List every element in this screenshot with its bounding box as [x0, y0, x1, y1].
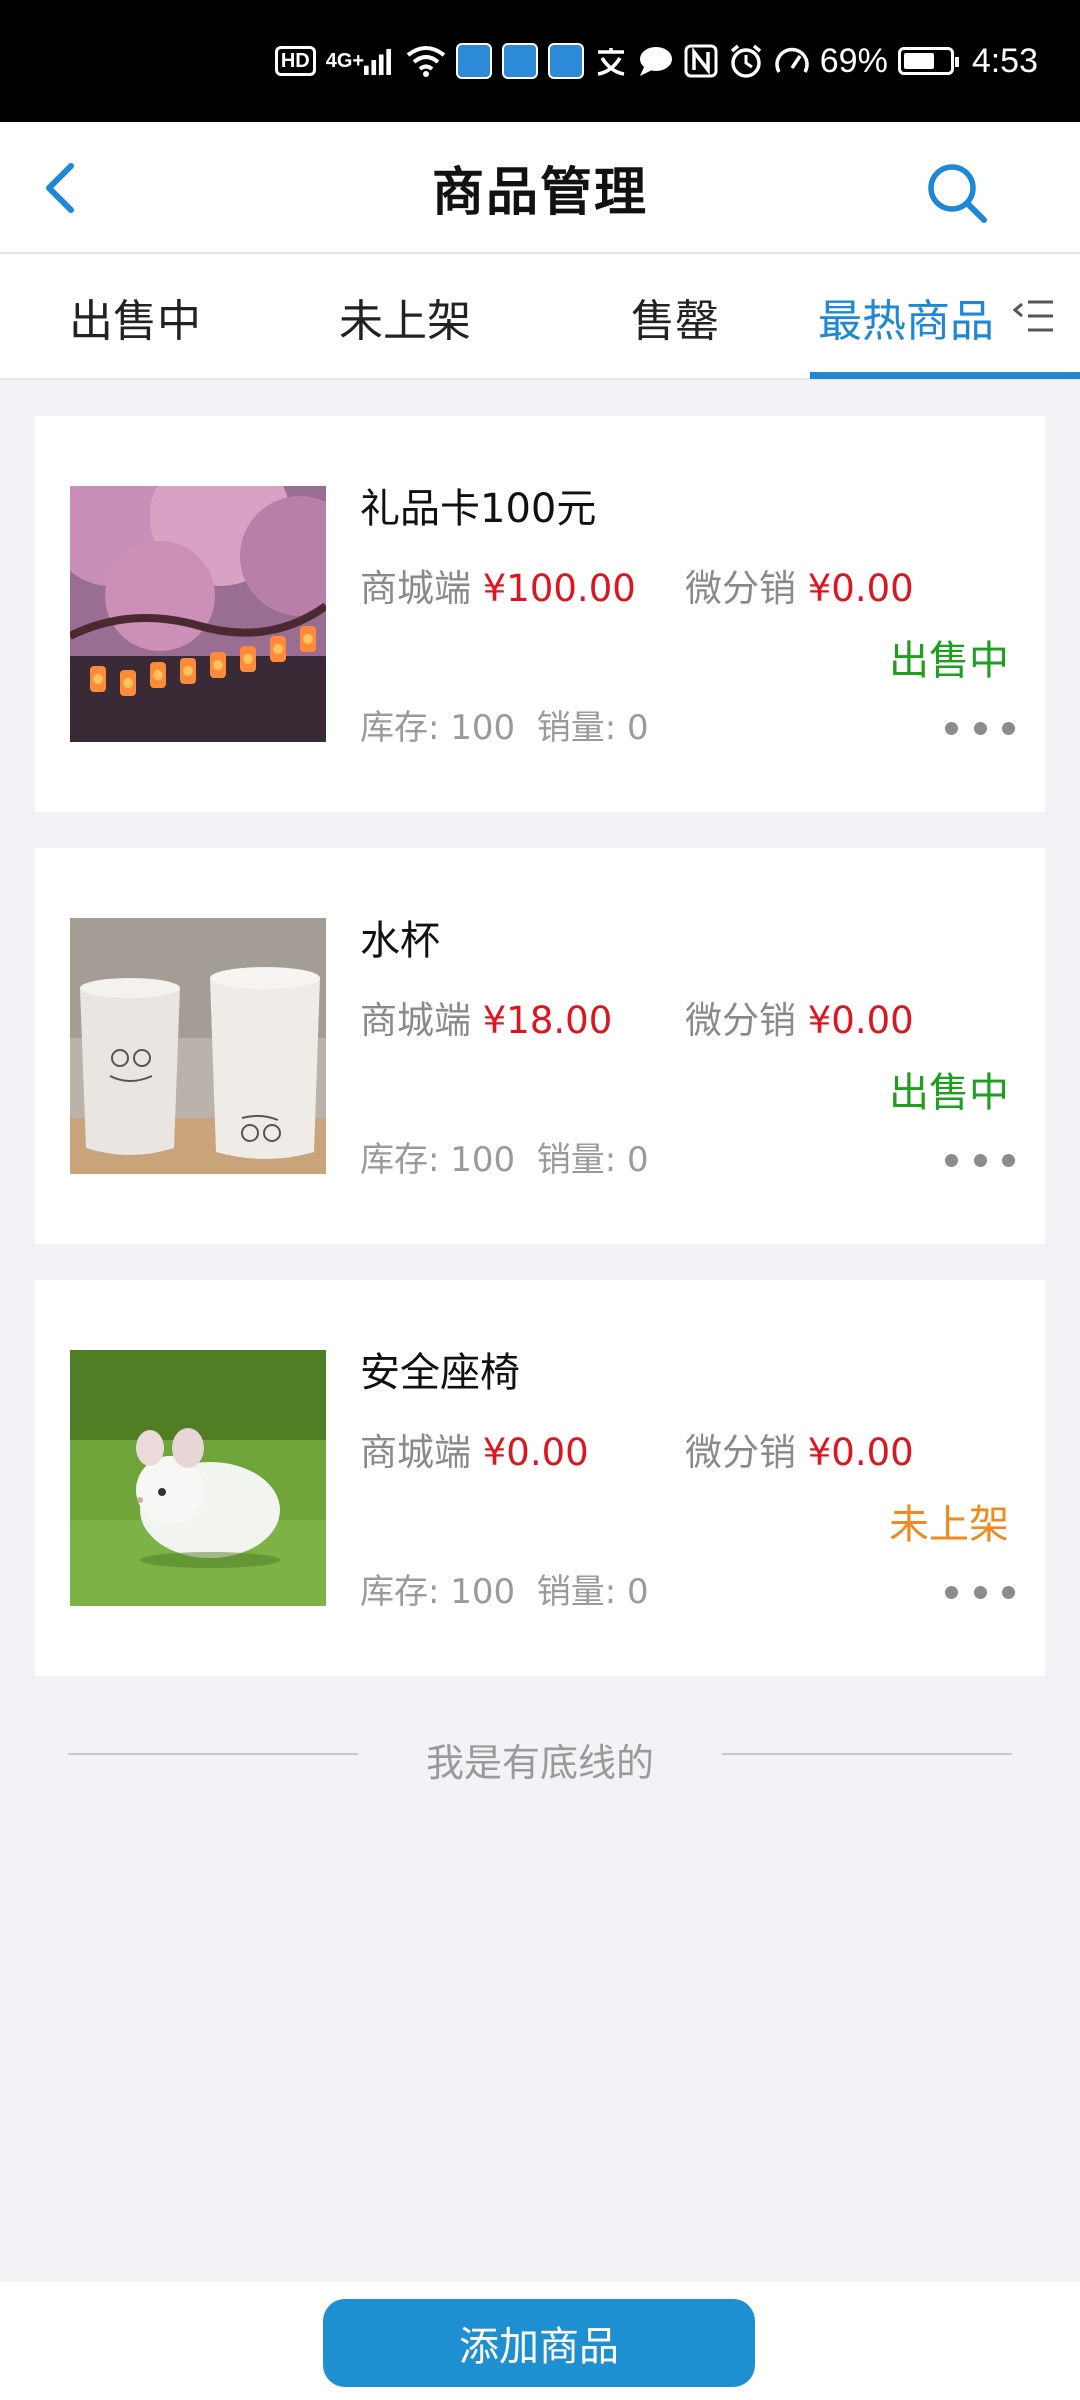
header: 商品管理 — [0, 122, 1080, 254]
battery-icon — [897, 47, 959, 75]
active-tab-indicator — [810, 372, 1080, 379]
nfc-icon — [684, 41, 718, 81]
product-name: 礼品卡100元 — [360, 486, 597, 532]
translate-icon — [594, 41, 628, 81]
clock: 4:53 — [971, 41, 1038, 80]
speed-icon — [774, 41, 810, 81]
end-of-list-text: 我是有底线的 — [425, 1741, 654, 1785]
tab-menu-icon[interactable] — [1012, 294, 1056, 338]
sales-text: 销量: 0 — [536, 1140, 649, 1180]
tab-label: 最热商品 — [818, 296, 994, 347]
mall-price-value: ¥0.00 — [482, 1431, 589, 1474]
stock-text: 库存: 100 — [360, 1572, 516, 1612]
distribution-price-value: ¥0.00 — [807, 1431, 914, 1474]
tab-label: 售罄 — [631, 296, 719, 347]
more-options-button[interactable] — [945, 716, 1015, 740]
product-image — [70, 486, 326, 742]
status-bar: HD 4G+ 69% 4:53 — [0, 0, 1080, 122]
distribution-price-value: ¥0.00 — [807, 567, 914, 610]
mall-price: 商城端 ¥18.00 — [360, 990, 612, 1044]
status-badge: 未上架 — [889, 1502, 1009, 1548]
tab-bar: 出售中 未上架 售罄 最热商品 — [0, 254, 1080, 380]
search-button[interactable] — [922, 158, 992, 228]
product-image — [70, 918, 326, 1174]
stock-text: 库存: 100 — [360, 1140, 516, 1180]
tab-label: 出售中 — [69, 296, 201, 347]
stock-sales: 库存: 100 销量: 0 — [360, 700, 649, 749]
distribution-price-label: 微分销 — [685, 567, 796, 610]
hd-icon: HD — [274, 46, 316, 76]
stock-sales: 库存: 100 销量: 0 — [360, 1564, 649, 1613]
mall-price-label: 商城端 — [360, 999, 471, 1042]
stock-sales: 库存: 100 销量: 0 — [360, 1132, 649, 1181]
battery-percent: 69% — [819, 41, 888, 80]
add-product-button[interactable]: 添加商品 — [323, 2299, 755, 2387]
chevron-left-icon — [46, 163, 74, 213]
sales-text: 销量: 0 — [536, 708, 649, 748]
alarm-icon — [728, 41, 764, 81]
tab-sold-out[interactable]: 售罄 — [540, 254, 810, 380]
distribution-price: 微分销 ¥0.00 — [685, 558, 914, 612]
page-title: 商品管理 — [431, 162, 648, 223]
chat-icon — [638, 41, 674, 81]
mall-price: 商城端 ¥100.00 — [360, 558, 636, 612]
search-icon — [928, 164, 987, 223]
product-image — [70, 1350, 326, 1606]
app-icon — [547, 43, 584, 79]
mall-price-value: ¥18.00 — [482, 999, 613, 1042]
more-dots-icon — [945, 1585, 958, 1599]
app-icon — [455, 43, 492, 79]
mall-price: 商城端 ¥0.00 — [360, 1422, 589, 1476]
tab-on-sale[interactable]: 出售中 — [0, 254, 270, 380]
sales-text: 销量: 0 — [536, 1572, 649, 1612]
status-badge: 出售中 — [889, 638, 1009, 684]
divider-line — [722, 1753, 1012, 1755]
network-type: 4G+ — [325, 49, 365, 72]
mall-price-label: 商城端 — [360, 1431, 471, 1474]
distribution-price: 微分销 ¥0.00 — [685, 990, 914, 1044]
mall-price-value: ¥100.00 — [482, 567, 636, 610]
mall-price-label: 商城端 — [360, 567, 471, 610]
distribution-price: 微分销 ¥0.00 — [685, 1422, 914, 1476]
product-card[interactable]: 安全座椅 商城端 ¥0.00 微分销 ¥0.00 未上架 库存: 100 销量:… — [35, 1280, 1045, 1676]
back-button[interactable] — [30, 158, 90, 218]
distribution-price-label: 微分销 — [685, 1431, 796, 1474]
wifi-icon — [406, 41, 446, 81]
signal-icon: 4G+ — [326, 41, 396, 81]
tab-not-listed[interactable]: 未上架 — [270, 254, 540, 380]
more-dots-icon — [945, 721, 958, 735]
app-icon — [501, 43, 538, 79]
product-card[interactable]: 礼品卡100元 商城端 ¥100.00 微分销 ¥0.00 出售中 库存: 10… — [35, 416, 1045, 812]
stock-text: 库存: 100 — [360, 708, 516, 748]
more-options-button[interactable] — [945, 1580, 1015, 1604]
more-options-button[interactable] — [945, 1148, 1015, 1172]
more-dots-icon — [945, 1153, 958, 1167]
product-name: 安全座椅 — [360, 1350, 520, 1396]
footer-bar: 添加商品 — [0, 2282, 1080, 2400]
end-of-list-divider: 我是有底线的 — [68, 1732, 1012, 1785]
product-name: 水杯 — [360, 918, 440, 964]
product-card[interactable]: 水杯 商城端 ¥18.00 微分销 ¥0.00 出售中 库存: 100 销量: … — [35, 848, 1045, 1244]
tab-label: 未上架 — [339, 296, 471, 347]
distribution-price-value: ¥0.00 — [807, 999, 914, 1042]
distribution-price-label: 微分销 — [685, 999, 796, 1042]
status-badge: 出售中 — [889, 1070, 1009, 1116]
tab-hottest[interactable]: 最热商品 — [810, 254, 1010, 380]
